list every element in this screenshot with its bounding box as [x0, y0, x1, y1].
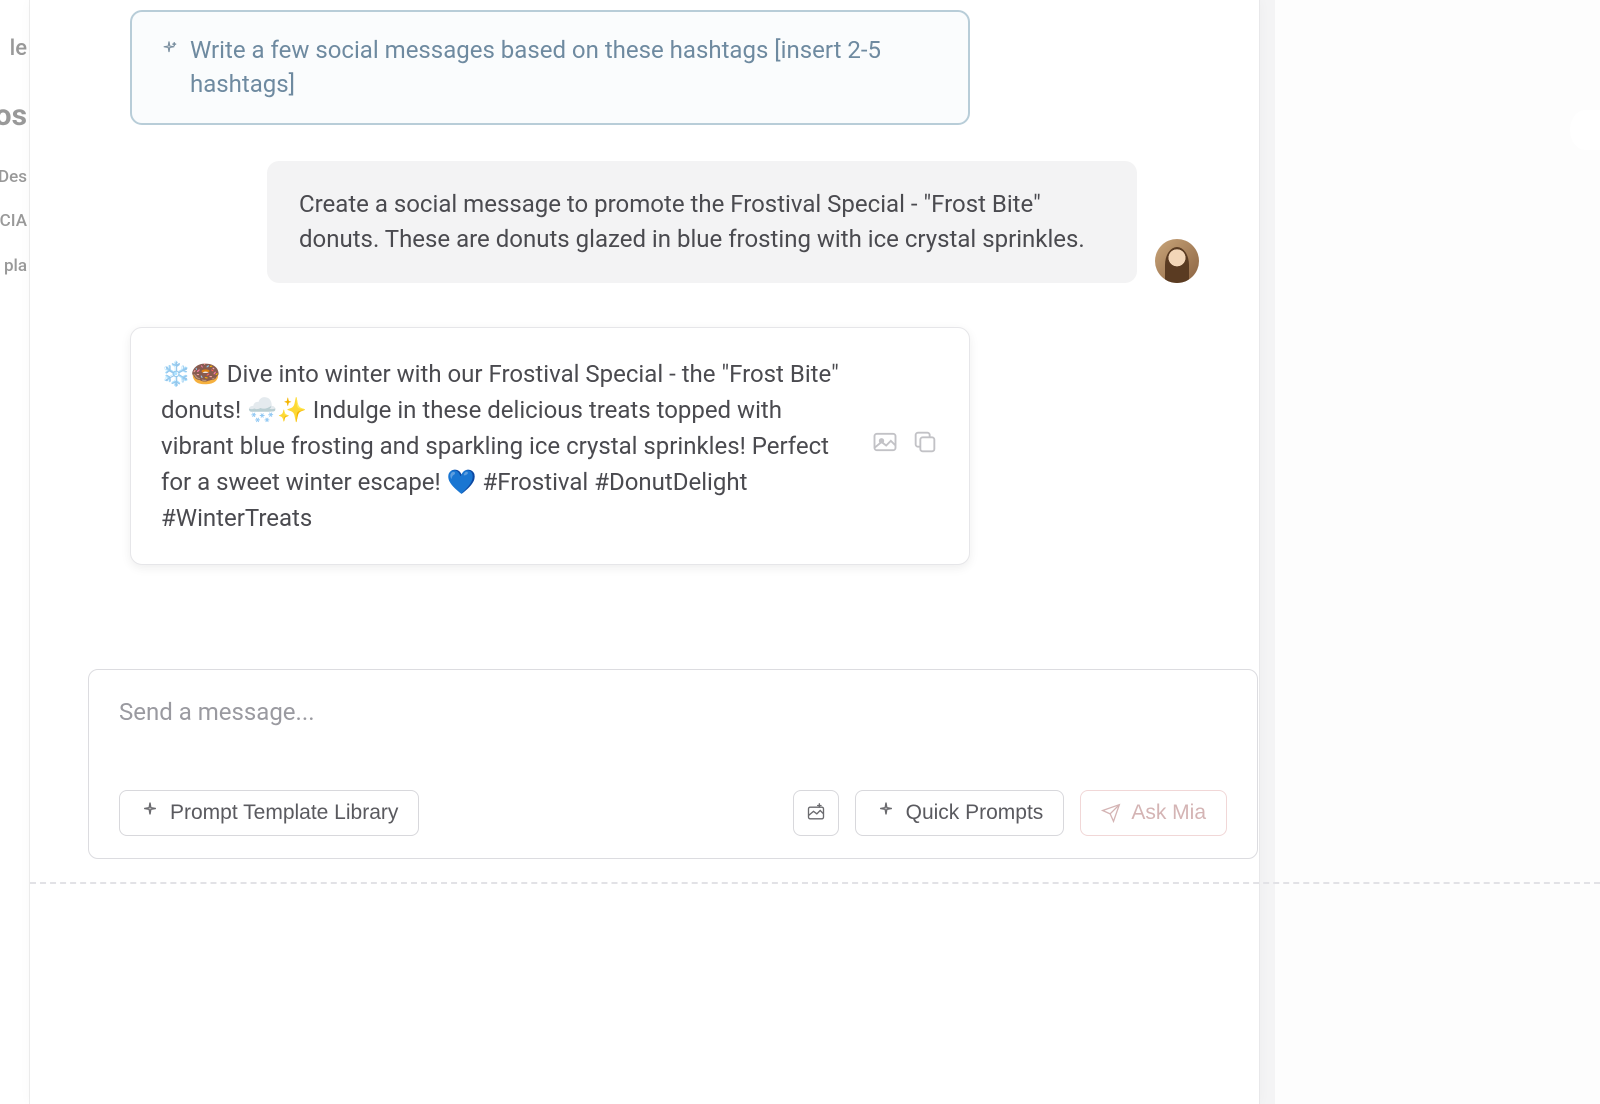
chat-scroll-area: Write a few social messages based on the… [30, 0, 1259, 565]
copy-icon[interactable] [911, 428, 939, 463]
prompt-suggestion-card[interactable]: Write a few social messages based on the… [130, 10, 970, 125]
composer-box: Prompt Template Library Quick Prompts [88, 669, 1258, 859]
message-input[interactable] [119, 698, 1227, 768]
ai-response-card: ❄️🍩 Dive into winter with our Frostival … [130, 327, 970, 565]
ai-response-actions [871, 428, 939, 463]
quick-prompts-button[interactable]: Quick Prompts [855, 790, 1065, 836]
right-avatar-fragment [1570, 110, 1600, 150]
ask-mia-label: Ask Mia [1131, 801, 1206, 825]
ask-mia-button[interactable]: Ask Mia [1080, 790, 1227, 836]
sparkle-icon [160, 40, 178, 65]
user-message-bubble: Create a social message to promote the F… [267, 161, 1137, 283]
right-panel-fragment [1275, 0, 1600, 1104]
ai-response-text: ❄️🍩 Dive into winter with our Frostival … [161, 356, 851, 536]
user-avatar [1155, 239, 1199, 283]
image-upload-button[interactable] [793, 790, 839, 836]
sparkle-icon [140, 801, 160, 826]
chat-panel: Write a few social messages based on the… [30, 0, 1260, 1104]
image-icon[interactable] [871, 428, 899, 463]
divider-dashed [30, 882, 1600, 884]
send-icon [1101, 803, 1121, 823]
user-message-text: Create a social message to promote the F… [299, 190, 1085, 253]
composer-toolbar: Prompt Template Library Quick Prompts [119, 790, 1227, 836]
composer: Prompt Template Library Quick Prompts [88, 669, 1229, 859]
user-message-row: Create a social message to promote the F… [130, 161, 1199, 283]
sidebar-fragment: le os Des CIA pla [0, 0, 30, 1104]
prompt-template-library-button[interactable]: Prompt Template Library [119, 790, 419, 836]
sparkle-icon [876, 801, 896, 826]
prompt-suggestion-text: Write a few social messages based on the… [190, 34, 940, 101]
quick-prompts-label: Quick Prompts [906, 801, 1044, 825]
prompt-library-label: Prompt Template Library [170, 801, 398, 825]
